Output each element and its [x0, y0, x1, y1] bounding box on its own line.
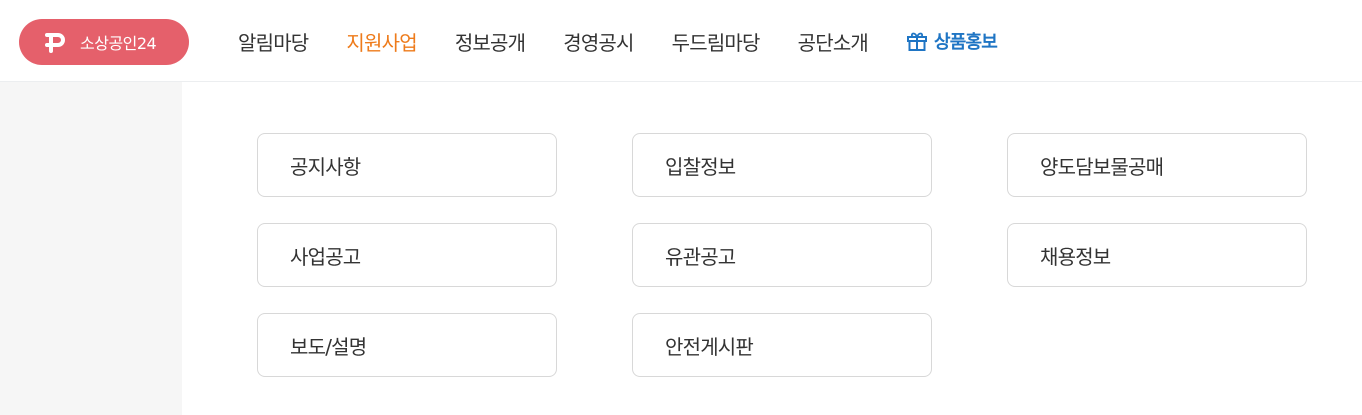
promo-label: 상품홍보 [934, 32, 998, 53]
left-side-panel [0, 82, 182, 415]
submenu-item-related-notice[interactable]: 유관공고 [632, 223, 932, 287]
submenu-grid: 공지사항 입찰정보 양도담보물공매 사업공고 유관공고 채용정보 보도/설명 안… [257, 133, 1307, 377]
nav-item-notice[interactable]: 알림마당 [238, 27, 309, 56]
gift-icon [907, 32, 928, 51]
submenu-item-safety-board[interactable]: 안전게시판 [632, 313, 932, 377]
nav-item-about[interactable]: 공단소개 [798, 27, 869, 56]
submenu-item-bid-info[interactable]: 입찰정보 [632, 133, 932, 197]
nav-item-promo[interactable]: 상품홍보 [906, 28, 998, 54]
logo-button[interactable]: 소상공인24 [19, 19, 189, 65]
nav-item-support[interactable]: 지원사업 [346, 27, 417, 56]
logo-p-icon [45, 33, 65, 53]
main-nav: 알림마당 지원사업 정보공개 경영공시 두드림마당 공단소개 상품홍보 [238, 0, 998, 82]
logo-text: 소상공인24 [80, 34, 157, 53]
submenu-item-notice[interactable]: 공지사항 [257, 133, 557, 197]
nav-item-management[interactable]: 경영공시 [563, 27, 634, 56]
nav-item-dodream[interactable]: 두드림마당 [672, 27, 761, 56]
submenu-item-press[interactable]: 보도/설명 [257, 313, 557, 377]
submenu-item-collateral-auction[interactable]: 양도담보물공매 [1007, 133, 1307, 197]
submenu-item-business-notice[interactable]: 사업공고 [257, 223, 557, 287]
submenu-item-recruitment[interactable]: 채용정보 [1007, 223, 1307, 287]
site-header: 소상공인24 알림마당 지원사업 정보공개 경영공시 두드림마당 공단소개 상품… [0, 0, 1362, 82]
nav-item-disclosure[interactable]: 정보공개 [455, 27, 526, 56]
